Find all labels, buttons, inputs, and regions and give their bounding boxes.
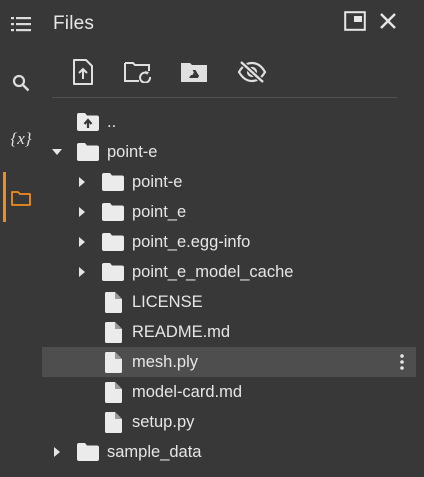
files-icon[interactable] [0,178,42,218]
files-panel: Files .. point-e point-e point_e point_e… [42,0,424,477]
tree-item-label: model-card.md [132,383,243,401]
file-icon [101,347,125,377]
tree-item-label: setup.py [132,413,195,431]
tree-folder-row[interactable]: sample_data [42,437,416,467]
activity-rail: {x} [0,0,42,477]
more-options-icon[interactable] [392,347,412,377]
upload-icon[interactable] [67,56,99,88]
tree-folder-row[interactable]: point_e_model_cache [42,257,416,287]
file-icon [101,407,125,437]
file-icon [101,317,125,347]
tree-file-row[interactable]: setup.py [42,407,416,437]
tree-item-label: LICENSE [132,293,203,311]
panel-title: Files [53,13,95,34]
folder-icon [101,227,125,257]
parent-folder-icon [76,107,100,137]
file-icon [101,287,125,317]
tree-file-row[interactable]: LICENSE [42,287,416,317]
tree-item-label: README.md [132,323,231,341]
tree-item-label: sample_data [107,443,202,461]
mount-drive-icon[interactable] [178,56,210,88]
tree-file-row[interactable]: mesh.ply [42,347,416,377]
tree-item-label: point-e [132,173,183,191]
file-icon [101,377,125,407]
tree-folder-row[interactable]: point-e [42,167,416,197]
folder-icon [101,257,125,287]
variables-icon-label: {x} [10,129,32,148]
chevron-right-icon[interactable] [75,227,89,257]
search-icon[interactable] [0,63,42,103]
tree-item-label: mesh.ply [132,353,199,371]
chevron-right-icon[interactable] [50,437,64,467]
tree-item-label: point-e [107,143,158,161]
tree-file-row[interactable]: README.md [42,317,416,347]
close-icon[interactable] [375,8,401,34]
tree-item-label: point_e_model_cache [132,263,294,281]
folder-icon [76,137,100,167]
tree-folder-row[interactable]: point_e.egg-info [42,227,416,257]
toolbar-divider [52,97,397,98]
open-in-tab-icon[interactable] [342,8,368,34]
chevron-right-icon[interactable] [75,197,89,227]
chevron-down-icon[interactable] [50,137,64,167]
refresh-folder-icon[interactable] [122,56,154,88]
tree-folder-row[interactable]: .. [42,107,416,137]
folder-icon [101,167,125,197]
chevron-right-icon[interactable] [75,257,89,287]
folder-icon [101,197,125,227]
chevron-right-icon[interactable] [75,167,89,197]
folder-icon [76,437,100,467]
table-of-contents-icon[interactable] [0,4,42,44]
hide-hidden-files-icon[interactable] [236,56,268,88]
variables-icon[interactable]: {x} [0,119,42,159]
tree-file-row[interactable]: model-card.md [42,377,416,407]
tree-folder-row[interactable]: point-e [42,137,416,167]
tree-item-label: point_e [132,203,187,221]
tree-item-label: point_e.egg-info [132,233,251,251]
tree-item-label: .. [107,113,117,131]
tree-folder-row[interactable]: point_e [42,197,416,227]
